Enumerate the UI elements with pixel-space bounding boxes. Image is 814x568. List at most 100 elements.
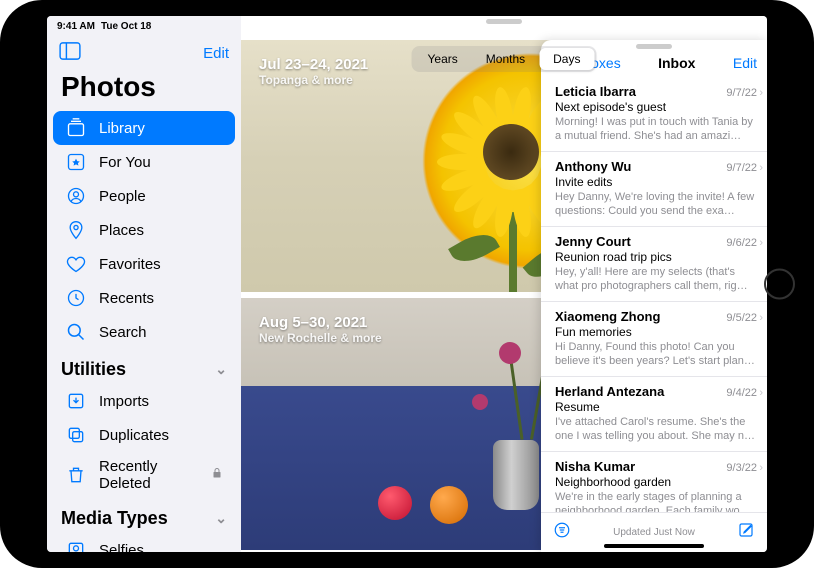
section-media-types[interactable]: Media Types ⌄ [47, 498, 241, 533]
mail-preview: Morning! I was put in touch with Tania b… [555, 115, 757, 143]
stem [509, 360, 523, 440]
sidebar-item-duplicates[interactable]: Duplicates [53, 418, 235, 452]
sidebar-toggle-icon[interactable] [59, 42, 81, 65]
sidebar-edit-button[interactable]: Edit [203, 45, 229, 62]
mail-sender: Herland Antezana [555, 384, 664, 399]
sidebar-item-label: Recently Deleted [99, 458, 199, 492]
section-label: Media Types [61, 508, 168, 529]
mail-edit-button[interactable]: Edit [733, 55, 757, 71]
segment-months[interactable]: Months [472, 48, 539, 70]
favorites-icon [65, 253, 87, 275]
chevron-right-icon: › [759, 237, 763, 249]
mail-date: 9/7/22 [726, 87, 757, 99]
mail-list[interactable]: Leticia Ibarra 9/7/22 Next episode's gues… [541, 77, 767, 512]
compose-icon[interactable] [737, 521, 755, 544]
chevron-right-icon: › [759, 87, 763, 99]
sidebar-item-recents[interactable]: Recents [53, 281, 235, 315]
mail-sender: Xiaomeng Zhong [555, 309, 660, 324]
sidebar-item-imports[interactable]: Imports [53, 384, 235, 418]
sidebar-item-label: Library [99, 120, 145, 137]
segment-days[interactable]: Days [539, 48, 594, 70]
mail-sender: Nisha Kumar [555, 459, 635, 474]
selfies-icon [65, 539, 87, 552]
mail-item[interactable]: Xiaomeng Zhong 9/5/22 Fun memories Hi Dan… [541, 302, 767, 377]
sidebar-item-label: Imports [99, 393, 149, 410]
mail-subject: Fun memories [555, 325, 757, 339]
sidebar-item-recently-deleted[interactable]: Recently Deleted [53, 452, 235, 498]
status-bar: 9:41 AM Tue Oct 18 [47, 16, 767, 36]
chevron-right-icon: › [759, 162, 763, 174]
mail-sender: Leticia Ibarra [555, 84, 636, 99]
search-icon [65, 321, 87, 343]
mail-item[interactable]: Leticia Ibarra 9/7/22 Next episode's gues… [541, 77, 767, 152]
sidebar-item-label: Duplicates [99, 427, 169, 444]
mail-item[interactable]: Anthony Wu 9/7/22 Invite edits Hey Danny,… [541, 152, 767, 227]
mail-status: Updated Just Now [613, 527, 695, 538]
mail-date: 9/7/22 [726, 162, 757, 174]
mail-subject: Next episode's guest [555, 100, 757, 114]
flower [472, 394, 488, 410]
duplicates-icon [65, 424, 87, 446]
screen: 9:41 AM Tue Oct 18 Edit Photos Library F… [47, 16, 767, 552]
sidebar-item-label: People [99, 188, 146, 205]
section-label: Utilities [61, 359, 126, 380]
view-segmented-control[interactable]: Years Months Days [412, 46, 597, 72]
mail-item[interactable]: Herland Antezana 9/4/22 Resume I've attac… [541, 377, 767, 452]
imports-icon [65, 390, 87, 412]
orange [430, 486, 468, 524]
mail-subject: Neighborhood garden [555, 475, 757, 489]
people-icon [65, 185, 87, 207]
pomegranate [378, 486, 412, 520]
chevron-down-icon: ⌄ [215, 510, 227, 527]
sidebar-item-selfies[interactable]: Selfies [53, 533, 235, 552]
mail-date: 9/5/22 [726, 312, 757, 324]
sidebar-item-label: Places [99, 222, 144, 239]
mail-preview: Hi Danny, Found this photo! Can you beli… [555, 340, 757, 368]
sidebar-item-favorites[interactable]: Favorites [53, 247, 235, 281]
library-icon [65, 117, 87, 139]
mail-preview: Hey Danny, We're loving the invite! A fe… [555, 190, 757, 218]
lock-icon [211, 466, 223, 484]
photo-location: Topanga & more [259, 73, 368, 87]
mail-item[interactable]: Jenny Court9/6/22 Reunion road trip pics… [541, 227, 767, 302]
sidebar-item-label: Recents [99, 290, 154, 307]
sidebar-item-places[interactable]: Places [53, 213, 235, 247]
mail-slideover: ‹ Mailboxes Inbox Edit Leticia Ibarra9/7… [541, 40, 767, 552]
mail-preview: Hey, y'all! Here are my selects (that's … [555, 265, 757, 293]
chevron-right-icon: › [759, 312, 763, 324]
sidebar-item-label: Selfies [99, 542, 144, 553]
chevron-right-icon: › [759, 462, 763, 474]
status-date: Tue Oct 18 [101, 21, 151, 32]
mail-preview: I've attached Carol's resume. She's the … [555, 415, 757, 443]
mail-sender: Jenny Court [555, 234, 631, 249]
home-indicator[interactable] [604, 544, 704, 548]
ipad-device-frame: 9:41 AM Tue Oct 18 Edit Photos Library F… [0, 0, 814, 568]
sidebar-item-library[interactable]: Library [53, 111, 235, 145]
mail-item[interactable]: Nisha Kumar9/3/22 Neighborhood garden We… [541, 452, 767, 512]
sidebar-item-for-you[interactable]: For You [53, 145, 235, 179]
app-title: Photos [47, 65, 241, 111]
home-button[interactable] [764, 269, 795, 300]
sidebar-item-search[interactable]: Search [53, 315, 235, 349]
section-utilities[interactable]: Utilities ⌄ [47, 349, 241, 384]
filter-icon[interactable] [553, 521, 571, 544]
sidebar-item-label: Favorites [99, 256, 161, 273]
flower [499, 342, 521, 364]
mail-date: 9/3/22 [726, 462, 757, 474]
for-you-icon [65, 151, 87, 173]
mail-title: Inbox [658, 55, 695, 71]
status-time: 9:41 AM [57, 21, 95, 32]
photo-location: New Rochelle & more [259, 331, 382, 345]
mail-subject: Invite edits [555, 175, 757, 189]
segment-years[interactable]: Years [414, 48, 472, 70]
sidebar-item-people[interactable]: People [53, 179, 235, 213]
recents-icon [65, 287, 87, 309]
mail-sender: Anthony Wu [555, 159, 631, 174]
vase [493, 440, 539, 510]
sunflower-center [483, 124, 539, 180]
mail-date: 9/4/22 [726, 387, 757, 399]
chevron-right-icon: › [759, 387, 763, 399]
mail-subject: Resume [555, 400, 757, 414]
chevron-down-icon: ⌄ [215, 361, 227, 378]
mail-subject: Reunion road trip pics [555, 250, 757, 264]
